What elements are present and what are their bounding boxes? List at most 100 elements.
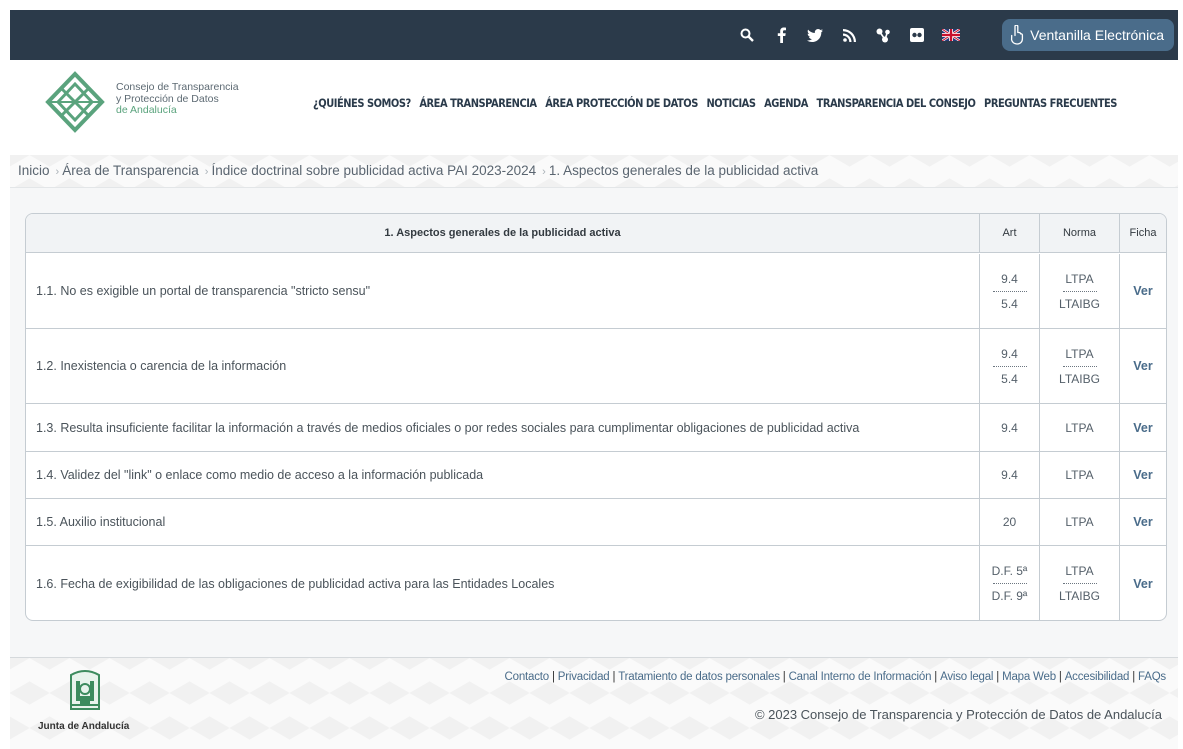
table-row: 1.5. Auxilio institucional 20 LTPA Ver bbox=[26, 499, 1166, 546]
art-value[interactable]: 5.4 bbox=[1001, 294, 1018, 314]
rss-icon[interactable] bbox=[832, 10, 866, 60]
art-value[interactable]: 9.4 bbox=[1001, 418, 1018, 438]
divider bbox=[992, 365, 1027, 367]
junta-andalucia-logo[interactable] bbox=[68, 669, 102, 713]
nav-noticias[interactable]: NOTICIAS bbox=[706, 96, 756, 110]
row-norma: LTPA LTAIBG bbox=[1039, 546, 1119, 620]
logo-text[interactable]: Consejo de Transparencia y Protección de… bbox=[116, 81, 239, 117]
breadcrumb-inicio[interactable]: Inicio bbox=[18, 163, 50, 178]
header-ficha: Ficha bbox=[1119, 214, 1166, 252]
art-value[interactable]: 9.4 bbox=[1001, 344, 1018, 364]
separator: | bbox=[934, 671, 938, 683]
site-footer: Junta de Andalucía Contacto | Privacidad | T… bbox=[10, 657, 1178, 749]
breadcrumb: Inicio › Área de Transparencia › Índice doct… bbox=[18, 163, 818, 178]
footer-link-accesibilidad[interactable]: Accesibilidad bbox=[1065, 671, 1130, 683]
table-row: 1.2. Inexistencia o carencia de la infor… bbox=[26, 329, 1166, 404]
uk-flag-icon[interactable] bbox=[934, 10, 968, 60]
ver-link[interactable]: Ver bbox=[1119, 404, 1166, 451]
breadcrumb-separator: › bbox=[542, 166, 546, 178]
norma-value[interactable]: LTPA bbox=[1065, 465, 1093, 485]
nav-area-proteccion-datos[interactable]: ÁREA PROTECCIÓN DE DATOS bbox=[545, 96, 698, 110]
ventanilla-electronica-button[interactable]: Ventanilla Electrónica bbox=[1002, 19, 1174, 51]
art-value[interactable]: 20 bbox=[1003, 512, 1016, 532]
nav-quienes-somos[interactable]: ¿QUIÉNES SOMOS? bbox=[313, 96, 411, 110]
ver-link[interactable]: Ver bbox=[1119, 546, 1166, 620]
art-value[interactable]: D.F. 9ª bbox=[992, 586, 1028, 606]
nav-transparencia-consejo[interactable]: TRANSPARENCIA DEL CONSEJO bbox=[817, 96, 976, 110]
nav-area-transparencia[interactable]: ÁREA TRANSPARENCIA bbox=[419, 96, 537, 110]
separator: | bbox=[1132, 671, 1136, 683]
row-art: D.F. 5ª D.F. 9ª bbox=[979, 546, 1039, 620]
row-art: 20 bbox=[979, 499, 1039, 545]
facebook-icon[interactable] bbox=[764, 10, 798, 60]
top-bar: Ventanilla Electrónica bbox=[10, 10, 1178, 60]
art-value[interactable]: D.F. 5ª bbox=[992, 561, 1028, 581]
logo-line: Consejo de Transparencia bbox=[116, 81, 239, 93]
breadcrumb-indice[interactable]: Índice doctrinal sobre publicidad activa… bbox=[211, 163, 536, 178]
twitter-icon[interactable] bbox=[798, 10, 832, 60]
main-nav: ¿QUIÉNES SOMOS? ÁREA TRANSPARENCIA ÁREA … bbox=[313, 96, 1117, 110]
norma-value[interactable]: LTPA bbox=[1065, 418, 1093, 438]
divider bbox=[1062, 290, 1097, 292]
row-art: 9.4 5.4 bbox=[979, 254, 1039, 328]
ctpda-logo[interactable] bbox=[44, 71, 106, 133]
row-norma: LTPA bbox=[1039, 404, 1119, 451]
breadcrumb-current: 1. Aspectos generales de la publicidad a… bbox=[548, 163, 819, 178]
publicidad-table: 1. Aspectos generales de la publicidad a… bbox=[25, 213, 1167, 621]
nav-preguntas-frecuentes[interactable]: PREGUNTAS FRECUENTES bbox=[984, 96, 1117, 110]
breadcrumb-area-transparencia[interactable]: Área de Transparencia bbox=[62, 163, 199, 178]
table-row: 1.6. Fecha de exigibilidad de las obliga… bbox=[26, 546, 1166, 620]
row-title: 1.1. No es exigible un portal de transpa… bbox=[36, 284, 371, 298]
row-title: 1.2. Inexistencia o carencia de la infor… bbox=[36, 359, 287, 373]
norma-value[interactable]: LTAIBG bbox=[1059, 294, 1100, 314]
norma-value[interactable]: LTPA bbox=[1065, 561, 1093, 581]
footer-link-mapa-web[interactable]: Mapa Web bbox=[1002, 671, 1056, 683]
row-art: 9.4 bbox=[979, 452, 1039, 498]
nav-agenda[interactable]: AGENDA bbox=[764, 96, 808, 110]
header-title: 1. Aspectos generales de la publicidad a… bbox=[384, 227, 621, 239]
breadcrumb-separator: › bbox=[55, 166, 60, 178]
breadcrumb-separator: › bbox=[204, 166, 209, 178]
norma-value[interactable]: LTPA bbox=[1065, 344, 1093, 364]
ver-link[interactable]: Ver bbox=[1119, 452, 1166, 498]
table-row: 1.3. Resulta insuficiente facilitar la i… bbox=[26, 404, 1166, 452]
divider bbox=[1062, 365, 1097, 367]
flickr-icon[interactable] bbox=[900, 10, 934, 60]
divider bbox=[992, 583, 1027, 584]
table-header: 1. Aspectos generales de la publicidad a… bbox=[26, 214, 1166, 253]
footer-link-aviso-legal[interactable]: Aviso legal bbox=[940, 671, 993, 683]
separator: | bbox=[1058, 671, 1062, 683]
row-norma: LTPA LTAIBG bbox=[1039, 329, 1119, 403]
header-norma: Norma bbox=[1039, 214, 1119, 252]
footer-link-canal-interno[interactable]: Canal Interno de Información bbox=[789, 671, 932, 683]
table-row: 1.1. No es exigible un portal de transpa… bbox=[26, 254, 1166, 329]
footer-link-privacidad[interactable]: Privacidad bbox=[558, 671, 610, 683]
network-icon[interactable] bbox=[866, 10, 900, 60]
art-value[interactable]: 5.4 bbox=[1001, 369, 1018, 389]
separator: | bbox=[782, 671, 786, 683]
footer-link-tratamiento[interactable]: Tratamiento de datos personales bbox=[618, 671, 780, 683]
norma-value[interactable]: LTAIBG bbox=[1059, 586, 1100, 606]
row-title: 1.5. Auxilio institucional bbox=[36, 515, 166, 529]
junta-label: Junta de Andalucía bbox=[38, 721, 130, 732]
row-art: 9.4 bbox=[979, 404, 1039, 451]
footer-links: Contacto | Privacidad | Tratamiento de datos… bbox=[505, 671, 1167, 683]
art-value[interactable]: 9.4 bbox=[1001, 269, 1018, 289]
divider bbox=[1062, 583, 1097, 584]
breadcrumb-bar: Inicio › Área de Transparencia › Índice doct… bbox=[10, 155, 1178, 187]
separator: | bbox=[551, 671, 555, 683]
footer-link-faqs[interactable]: FAQs bbox=[1138, 671, 1166, 683]
art-value[interactable]: 9.4 bbox=[1001, 465, 1018, 485]
ver-link[interactable]: Ver bbox=[1119, 329, 1166, 403]
separator: | bbox=[996, 671, 1000, 683]
search-icon[interactable] bbox=[730, 10, 764, 60]
footer-link-contacto[interactable]: Contacto bbox=[505, 671, 550, 683]
row-art: 9.4 5.4 bbox=[979, 329, 1039, 403]
norma-value[interactable]: LTAIBG bbox=[1059, 369, 1100, 389]
ver-link[interactable]: Ver bbox=[1119, 254, 1166, 328]
social-icons bbox=[730, 10, 968, 60]
divider bbox=[992, 290, 1027, 292]
norma-value[interactable]: LTPA bbox=[1065, 269, 1093, 289]
norma-value[interactable]: LTPA bbox=[1065, 512, 1093, 532]
ver-link[interactable]: Ver bbox=[1119, 499, 1166, 545]
